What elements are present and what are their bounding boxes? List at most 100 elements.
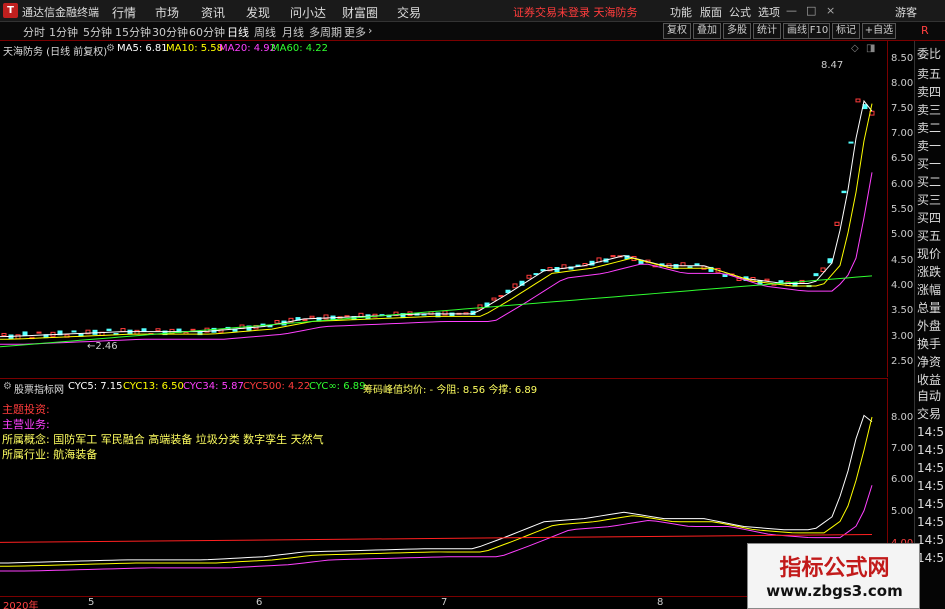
price-tick: 7.50 [891, 103, 914, 114]
menu-guest[interactable]: 游客 [895, 4, 917, 20]
side-item[interactable]: 交易 [917, 405, 941, 422]
side-item: 14:5 [917, 497, 944, 511]
side-item[interactable]: 买一 [917, 155, 941, 172]
candle [764, 278, 770, 281]
low-value: 2.46 [95, 341, 118, 352]
ma5-line [0, 99, 873, 338]
period-more[interactable]: 更多 [344, 24, 366, 40]
menu-discover[interactable]: 发现 [246, 4, 270, 21]
close-icon[interactable]: × [826, 4, 835, 17]
period-15min[interactable]: 15分钟 [115, 24, 151, 40]
menu-market[interactable]: 市场 [155, 4, 179, 21]
button-f10[interactable]: F10 [808, 23, 830, 39]
period-monthly[interactable]: 月线 [282, 24, 304, 40]
settings-icon[interactable]: ⚙ [3, 381, 12, 392]
date-label: 5 [88, 597, 95, 608]
period-60min[interactable]: 60分钟 [189, 24, 225, 40]
side-item: 14:5 [917, 443, 944, 457]
side-item[interactable]: 卖一 [917, 137, 941, 154]
side-item[interactable]: 卖二 [917, 119, 941, 136]
side-item[interactable]: 买五 [917, 227, 941, 244]
candle [526, 274, 532, 279]
candle [694, 263, 700, 266]
period-weekly[interactable]: 周线 [254, 24, 276, 40]
price-tick: 2.50 [891, 356, 914, 367]
side-item[interactable]: 总量 [917, 299, 941, 316]
sub-tick: 5.00 [891, 506, 914, 517]
menu-formula[interactable]: 公式 [729, 4, 751, 20]
button-draw[interactable]: 画线 [783, 23, 811, 39]
button-stats[interactable]: 统计 [753, 23, 781, 39]
side-item[interactable]: 净资 [917, 353, 941, 370]
cyc13-legend: CYC13: 6.50 [123, 381, 184, 392]
ma20-line [0, 172, 873, 345]
button-adjust[interactable]: 复权 [663, 23, 691, 39]
side-item[interactable]: 自动 [917, 387, 941, 404]
side-item[interactable]: 外盘 [917, 317, 941, 334]
price-tick: 3.50 [891, 305, 914, 316]
main-kline-chart[interactable]: 天海防务 (日线 前复权) ⚙ MA5: 6.81 MA10: 5.58 MA2… [0, 41, 888, 377]
button-overlay[interactable]: 叠加 [693, 23, 721, 39]
side-item[interactable]: 委比 [917, 45, 941, 62]
candle [498, 295, 504, 298]
side-item[interactable]: 卖五 [917, 65, 941, 82]
menu-quotes[interactable]: 行情 [112, 4, 136, 21]
side-item[interactable]: 买四 [917, 209, 941, 226]
date-label: 2020年 [3, 601, 39, 609]
chip-legend: 筹码峰值均价: - 今阻: 8.56 今撑: 6.89 [363, 385, 538, 396]
ma60-line [0, 275, 873, 348]
menu-function[interactable]: 功能 [670, 4, 692, 20]
minimize-icon[interactable]: — [786, 4, 797, 17]
candle [22, 331, 28, 336]
button-mark[interactable]: 标记 [832, 23, 860, 39]
r-flag-icon: R [921, 24, 929, 37]
menu-ask[interactable]: 问小达 [290, 4, 326, 21]
cyc5-legend: CYC5: 7.15 [68, 381, 123, 392]
menu-layout[interactable]: 版面 [700, 4, 722, 20]
candle [834, 221, 840, 226]
side-item[interactable]: 现价 [917, 245, 941, 262]
menu-wealth[interactable]: 财富圈 [342, 4, 378, 21]
quote-side-panel: 委比 卖五 卖四 卖三 卖二 卖一 买一 买二 买三 买四 买五 现价 涨跌 涨… [914, 41, 945, 609]
login-warning: 证券交易未登录 天海防务 [513, 6, 638, 19]
side-item[interactable]: 涨幅 [917, 281, 941, 298]
period-5min[interactable]: 5分钟 [83, 24, 112, 40]
menu-news[interactable]: 资讯 [201, 4, 225, 21]
period-multi[interactable]: 多周期 [309, 24, 342, 40]
period-30min[interactable]: 30分钟 [152, 24, 188, 40]
low-label: ←2.46 [87, 341, 118, 352]
candle [610, 255, 616, 258]
side-item[interactable]: 卖四 [917, 83, 941, 100]
price-tick: 5.50 [891, 204, 914, 215]
candle [15, 334, 21, 340]
period-1min[interactable]: 1分钟 [49, 24, 78, 40]
side-item[interactable]: 换手 [917, 335, 941, 352]
side-item[interactable]: 卖三 [917, 101, 941, 118]
price-tick: 7.00 [891, 128, 914, 139]
candle [1, 332, 7, 337]
button-add-watchlist[interactable]: +自选 [862, 23, 896, 39]
button-multistock[interactable]: 多股 [723, 23, 751, 39]
watermark: 指标公式网 www.zbgs3.com [747, 543, 920, 609]
side-item[interactable]: 涨跌 [917, 263, 941, 280]
period-daily[interactable]: 日线 [227, 24, 249, 40]
price-tick: 6.00 [891, 179, 914, 190]
side-item[interactable]: 买二 [917, 173, 941, 190]
candle [813, 273, 819, 277]
side-item[interactable]: 收益 [917, 371, 941, 388]
price-tick: 4.00 [891, 280, 914, 291]
side-item[interactable]: 买三 [917, 191, 941, 208]
menu-options[interactable]: 选项 [758, 4, 780, 20]
industry: 所属行业: 航海装备 [2, 448, 98, 461]
maximize-icon[interactable]: □ [806, 4, 816, 17]
chevron-right-icon[interactable]: › [368, 24, 372, 37]
watermark-url: www.zbgs3.com [766, 582, 903, 600]
price-tick: 5.00 [891, 229, 914, 240]
menu-bar: T 通达信金融终端 行情 市场 资讯 发现 问小达 财富圈 交易 证券交易未登录… [0, 0, 945, 22]
menu-trade[interactable]: 交易 [397, 4, 421, 21]
indicator-name: 股票指标网 [14, 385, 64, 396]
candle [855, 98, 861, 103]
period-timeshare[interactable]: 分时 [23, 24, 45, 40]
candle [274, 319, 280, 324]
side-item: 14:5 [917, 461, 944, 475]
